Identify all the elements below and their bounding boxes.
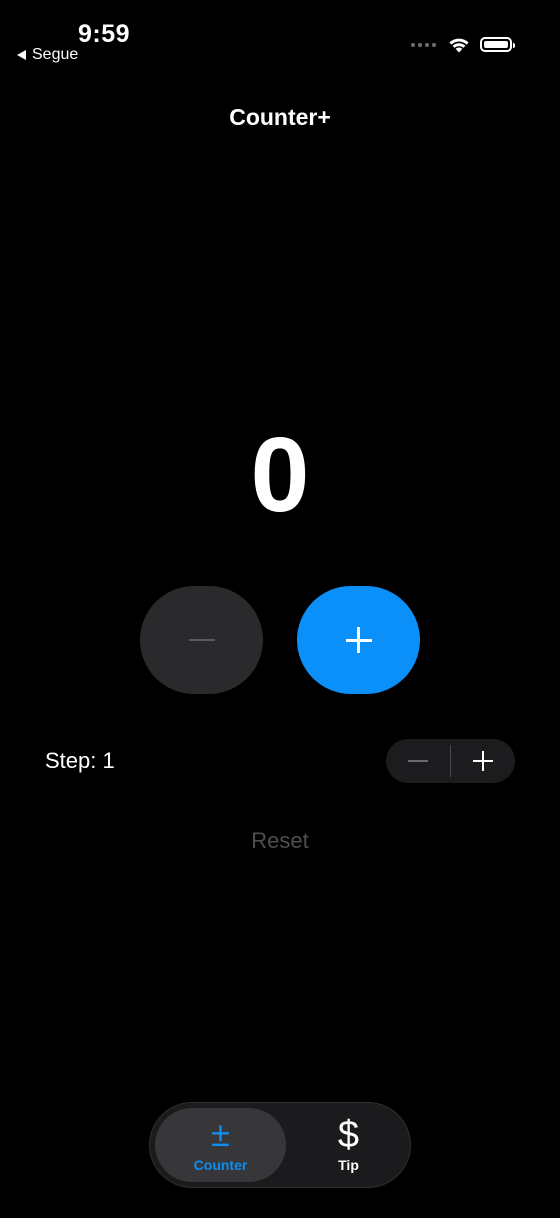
tab-tip-label: Tip: [338, 1157, 359, 1173]
plus-minus-icon: ±: [211, 1116, 230, 1154]
reset-button[interactable]: Reset: [0, 828, 560, 854]
step-stepper: [386, 739, 515, 783]
step-increment-button[interactable]: [451, 739, 515, 783]
status-time: 9:59: [78, 20, 131, 48]
minus-icon: [408, 760, 428, 762]
back-triangle-icon: [17, 50, 26, 60]
tab-bar: ± Counter $ Tip: [149, 1102, 411, 1188]
status-bar: 9:59 Segue: [0, 0, 560, 80]
dollar-sign-icon: $: [337, 1114, 360, 1156]
tab-counter[interactable]: ± Counter: [155, 1108, 286, 1182]
cellular-signal-icon: [411, 42, 436, 47]
wifi-icon: [449, 38, 469, 53]
step-label: Step: 1: [45, 748, 115, 773]
decrement-button[interactable]: [140, 586, 263, 694]
plus-icon: [345, 627, 372, 653]
minus-icon: [188, 639, 215, 641]
page-title: Counter+: [229, 104, 331, 130]
back-link-label: Segue: [32, 46, 79, 63]
step-decrement-button[interactable]: [386, 739, 450, 783]
counter-value: 0: [250, 416, 310, 534]
plus-icon: [473, 751, 493, 771]
tab-tip[interactable]: $ Tip: [290, 1108, 407, 1182]
back-to-app-link[interactable]: Segue: [17, 46, 78, 64]
battery-icon: [480, 37, 515, 52]
increment-button[interactable]: [297, 586, 420, 694]
tab-counter-label: Counter: [193, 1157, 248, 1173]
status-indicators: [411, 36, 515, 53]
